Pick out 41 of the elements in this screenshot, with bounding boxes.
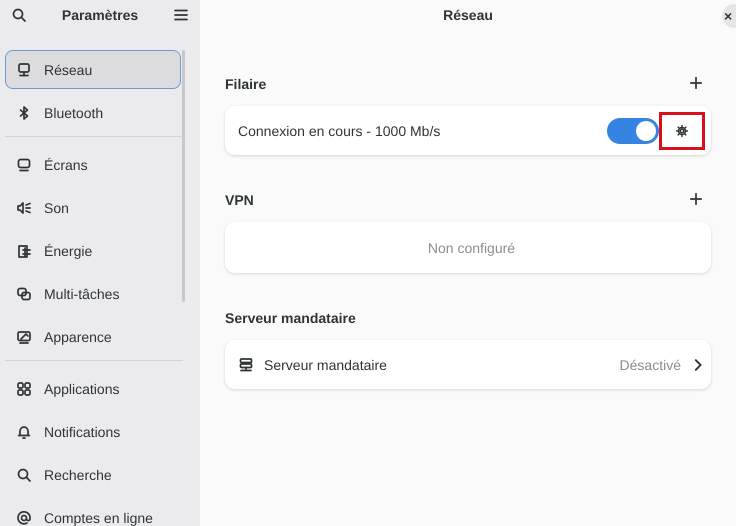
sidebar-item[interactable]: Applications — [5, 369, 181, 408]
section-title: VPN — [225, 192, 254, 208]
monitor-icon — [16, 156, 32, 172]
proxy-status: Désactivé — [620, 356, 681, 372]
battery-plug-icon — [16, 242, 32, 258]
sidebar-item[interactable]: Bluetooth — [5, 93, 181, 132]
bell-icon — [16, 424, 32, 440]
at-sign-icon — [16, 510, 32, 526]
sidebar-item[interactable]: Énergie — [5, 231, 181, 270]
section-title: Serveur mandataire — [225, 310, 356, 326]
sidebar-item[interactable]: Réseau — [5, 50, 181, 89]
toggle-switch[interactable] — [607, 118, 659, 144]
network-server-icon — [238, 356, 254, 372]
sidebar-title: Paramètres — [60, 7, 140, 23]
connection-label: Connexion en cours - 1000 Mb/s — [238, 122, 442, 138]
sidebar-item[interactable]: Apparence — [5, 317, 181, 356]
menu-icon — [173, 7, 189, 23]
appearance-icon — [16, 328, 32, 344]
sidebar-item[interactable]: Comptes en ligne — [5, 498, 181, 526]
scrollbar[interactable] — [182, 50, 185, 302]
section-title: Filaire — [225, 76, 266, 92]
settings-button[interactable] — [659, 112, 705, 150]
empty-label: Non configuré — [428, 240, 516, 256]
sidebar-item[interactable]: Notifications — [5, 412, 181, 451]
add-button[interactable]: + — [680, 72, 711, 96]
search-icon — [11, 7, 27, 23]
sidebar-item[interactable]: Recherche — [5, 455, 181, 494]
add-button[interactable]: + — [680, 188, 711, 212]
proxy-label: Serveur mandataire — [264, 356, 388, 372]
sidebar-item[interactable]: Multi-tâches — [5, 274, 181, 313]
page-title: Réseau — [443, 7, 493, 23]
search-icon — [16, 466, 32, 482]
sidebar-item[interactable]: Son — [5, 188, 181, 227]
settings-icon — [675, 124, 689, 138]
overlapping-windows-icon — [16, 286, 32, 302]
speaker-icon — [16, 200, 32, 216]
sidebar-item[interactable]: Écrans — [5, 145, 181, 184]
computer-icon — [16, 62, 32, 78]
proxy-row[interactable]: Serveur mandataire Désactivé — [225, 340, 711, 389]
grid-icon — [16, 380, 32, 396]
close-button[interactable]: × — [722, 4, 736, 28]
